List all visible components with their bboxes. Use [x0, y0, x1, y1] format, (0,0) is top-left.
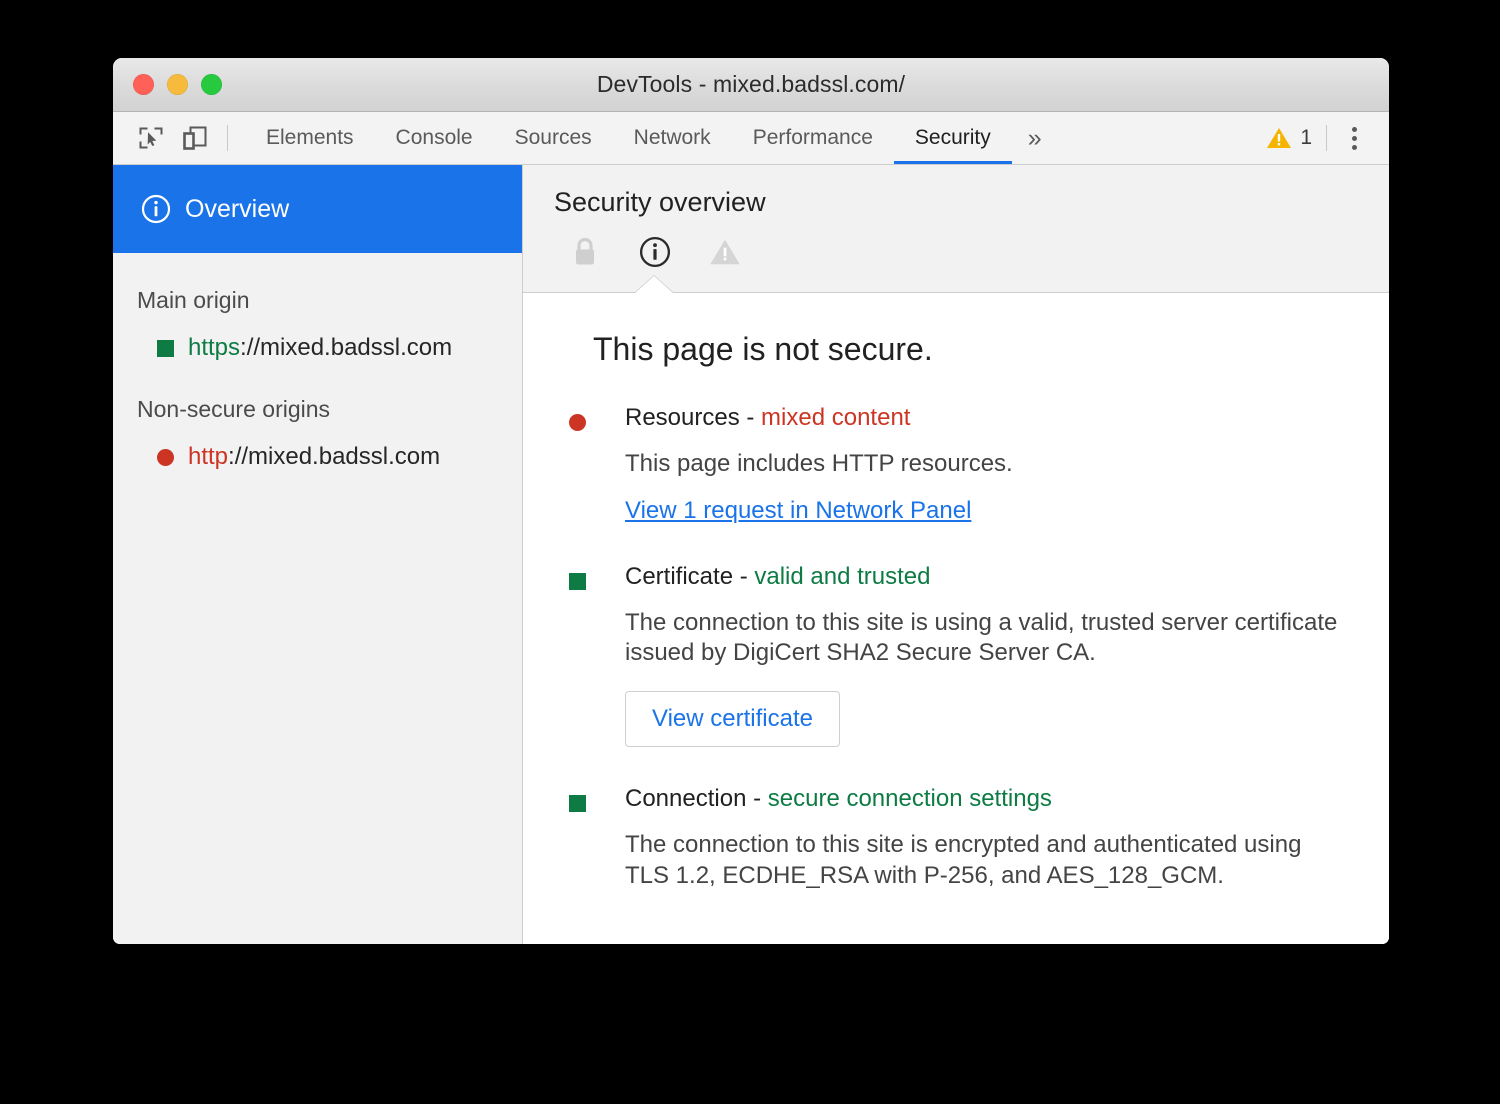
explanation-body: Certificate - valid and trusted The conn… — [625, 563, 1349, 747]
red-circle-icon — [157, 449, 174, 466]
sidebar-item-overview-label: Overview — [185, 195, 289, 224]
explanation-title-main: Resources - — [625, 404, 761, 431]
tab-security[interactable]: Security — [894, 112, 1012, 164]
warning-state-button[interactable] — [707, 234, 743, 270]
toolbar-divider-right — [1326, 125, 1327, 151]
sidebar-item-overview[interactable]: Overview — [113, 165, 522, 253]
device-toolbar-icon — [182, 125, 208, 151]
page-title: Security overview — [523, 187, 1389, 234]
info-circle-icon — [639, 236, 671, 268]
maximize-window-button[interactable] — [201, 74, 222, 95]
devtools-toolbar: Elements Console Sources Network Perform… — [113, 112, 1389, 165]
tab-network[interactable]: Network — [613, 112, 732, 164]
lock-icon — [571, 236, 599, 268]
explanation-title-status: secure connection settings — [768, 785, 1052, 812]
green-square-icon — [569, 795, 586, 812]
explanation-description: The connection to this site is encrypted… — [625, 830, 1349, 891]
warning-triangle-icon — [1266, 126, 1292, 150]
panel-tabs: Elements Console Sources Network Perform… — [245, 112, 1057, 164]
origin-host: ://mixed.badssl.com — [240, 334, 452, 361]
sidebar-origin-main[interactable]: https://mixed.badssl.com — [113, 314, 522, 362]
explanation-title: Resources - mixed content — [625, 404, 1349, 432]
explanation-title: Certificate - valid and trusted — [625, 563, 1349, 591]
explanation-connection: Connection - secure connection settings … — [569, 785, 1349, 891]
security-state-icons — [523, 234, 1389, 292]
explanation-certificate: Certificate - valid and trusted The conn… — [569, 563, 1349, 747]
explanation-title-main: Certificate - — [625, 563, 754, 590]
tab-console[interactable]: Console — [375, 112, 494, 164]
sidebar-origin-nonsecure-label: http://mixed.badssl.com — [188, 443, 440, 471]
info-circle-icon — [141, 194, 171, 224]
sidebar-origin-nonsecure[interactable]: http://mixed.badssl.com — [113, 423, 522, 471]
explanation-title-status: mixed content — [761, 404, 910, 431]
active-state-pointer — [635, 276, 673, 293]
security-main-panel: Security overview — [523, 165, 1389, 944]
explanation-description: This page includes HTTP resources. — [625, 449, 1349, 480]
kebab-dot — [1352, 145, 1357, 150]
sidebar-group-title-main-origin: Main origin — [113, 253, 522, 314]
security-summary-headline: This page is not secure. — [593, 331, 1349, 368]
device-toolbar-button[interactable] — [173, 112, 217, 164]
explanation-resources: Resources - mixed content This page incl… — [569, 404, 1349, 525]
window-title-bar: DevTools - mixed.badssl.com/ — [113, 58, 1389, 112]
tab-elements[interactable]: Elements — [245, 112, 375, 164]
explanation-marker — [569, 404, 625, 525]
explanation-body: Connection - secure connection settings … — [625, 785, 1349, 891]
info-state-button[interactable] — [637, 234, 673, 270]
kebab-dot — [1352, 136, 1357, 141]
explanation-description: The connection to this site is using a v… — [625, 608, 1349, 669]
tab-performance[interactable]: Performance — [732, 112, 894, 164]
main-menu-button[interactable] — [1335, 119, 1373, 157]
explanation-marker — [569, 563, 625, 747]
view-requests-link[interactable]: View 1 request in Network Panel — [625, 497, 971, 525]
more-tabs-button[interactable]: » — [1012, 112, 1057, 164]
minimize-window-button[interactable] — [167, 74, 188, 95]
inspect-element-button[interactable] — [129, 112, 173, 164]
security-panel-header: Security overview — [523, 165, 1389, 293]
explanation-title-status: valid and trusted — [754, 563, 930, 590]
window-title: DevTools - mixed.badssl.com/ — [113, 71, 1389, 98]
devtools-body: Overview Main origin https://mixed.badss… — [113, 165, 1389, 944]
explanation-body: Resources - mixed content This page incl… — [625, 404, 1349, 525]
green-square-icon — [157, 340, 174, 357]
red-circle-icon — [569, 414, 586, 431]
screenshot-canvas: DevTools - mixed.badssl.com/ Elements Co… — [0, 0, 1500, 1104]
security-sidebar: Overview Main origin https://mixed.badss… — [113, 165, 523, 944]
lock-state-button[interactable] — [567, 234, 603, 270]
toolbar-divider — [227, 125, 228, 151]
view-certificate-button[interactable]: View certificate — [625, 691, 840, 747]
window-controls — [133, 58, 222, 111]
close-window-button[interactable] — [133, 74, 154, 95]
warning-indicator[interactable]: 1 — [1266, 126, 1326, 150]
explanation-title: Connection - secure connection settings — [625, 785, 1349, 813]
toolbar-right-group: 1 — [1266, 112, 1389, 164]
security-explanations: This page is not secure. Resources - mix… — [523, 293, 1389, 944]
green-square-icon — [569, 573, 586, 590]
warning-triangle-icon — [709, 237, 741, 267]
origin-host: ://mixed.badssl.com — [228, 443, 440, 470]
explanation-title-main: Connection - — [625, 785, 768, 812]
kebab-dot — [1352, 127, 1357, 132]
tab-sources[interactable]: Sources — [494, 112, 613, 164]
sidebar-origin-main-label: https://mixed.badssl.com — [188, 334, 452, 362]
origin-scheme: http — [188, 443, 228, 470]
devtools-window: DevTools - mixed.badssl.com/ Elements Co… — [113, 58, 1389, 944]
sidebar-group-title-non-secure-origins: Non-secure origins — [113, 362, 522, 423]
inspect-element-icon — [138, 125, 164, 151]
origin-scheme: https — [188, 334, 240, 361]
explanation-marker — [569, 785, 625, 891]
warning-count: 1 — [1300, 126, 1312, 150]
